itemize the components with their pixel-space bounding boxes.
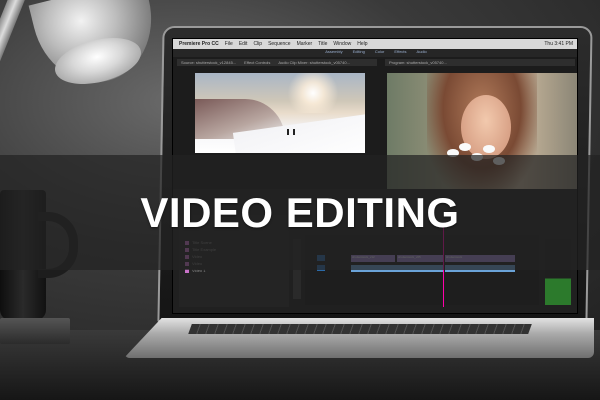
workspace-tab-color: Color <box>374 49 385 54</box>
menu-item-marker: Marker <box>296 41 313 47</box>
menubar-app-name: Premiere Pro CC <box>179 41 219 47</box>
laptop-keyboard <box>188 324 532 334</box>
menu-item-sequence: Sequence <box>268 41 291 47</box>
sun-glare <box>283 73 343 113</box>
menu-item-edit: Edit <box>238 41 248 47</box>
flower-petal <box>459 143 471 151</box>
menu-item-title: Title <box>318 41 328 47</box>
title-banner: VIDEO EDITING <box>0 155 600 270</box>
menu-item-window: Window <box>333 41 352 47</box>
source-tab: Source: shutterstock_v12845... <box>181 60 237 65</box>
menu-item-help: Help <box>357 41 368 47</box>
notebook <box>0 318 70 344</box>
workspace-tabs: Assembly Editing Color Effects Audio <box>173 49 577 57</box>
workspace-tab-assembly: Assembly <box>325 49 343 54</box>
source-panel-header: Source: shutterstock_v12845... Effect Co… <box>177 59 377 66</box>
banner-title: VIDEO EDITING <box>140 188 460 236</box>
app-menubar: Premiere Pro CC File Edit Clip Sequence … <box>173 39 577 49</box>
workspace-tab-audio: Audio <box>416 49 427 54</box>
workspace-tab-editing: Editing <box>352 49 365 54</box>
menu-item-file: File <box>224 41 233 47</box>
skier-figure <box>293 129 295 135</box>
program-tab: Program: shutterstock_v05740... <box>389 60 447 65</box>
photo-scene: Premiere Pro CC File Edit Clip Sequence … <box>0 0 600 400</box>
program-panel-header: Program: shutterstock_v05740... <box>385 59 575 66</box>
effect-controls-tab: Effect Controls <box>244 60 271 65</box>
menu-item-clip: Clip <box>253 41 263 47</box>
source-monitor <box>195 73 365 153</box>
workspace-tab-effects: Effects <box>394 49 407 54</box>
flower-petal <box>483 145 495 153</box>
menubar-clock: Thu 3:41 PM <box>544 41 573 47</box>
audio-mixer-tab: Audio Clip Mixer: shutterstock_v05740... <box>278 60 350 65</box>
skier-figure <box>287 129 289 135</box>
